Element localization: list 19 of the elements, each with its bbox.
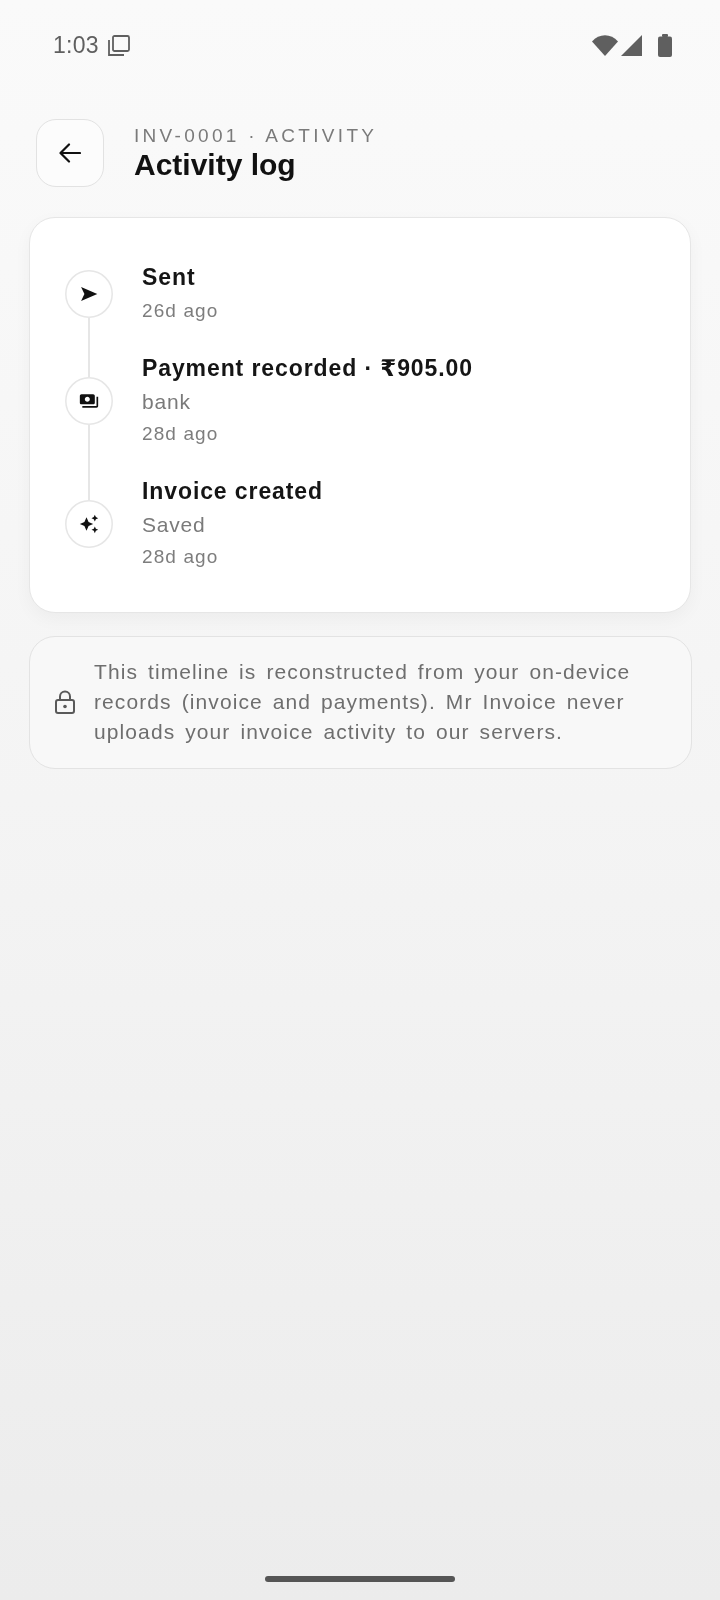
event-title: Invoice created: [142, 477, 323, 506]
event-note: bank: [142, 389, 192, 415]
event-title: Sent: [142, 263, 197, 292]
lock-icon: [55, 690, 75, 714]
back-arrow-icon: [59, 143, 81, 163]
event-time: 28d ago: [142, 422, 220, 446]
event-time: 28d ago: [142, 545, 220, 569]
battery-icon: [658, 33, 672, 57]
invoice-subtitle: INV-0001 · ACTIVITY: [134, 124, 378, 148]
event-time: 26d ago: [142, 299, 219, 323]
event-note: Saved: [142, 512, 207, 538]
status-time: 1:03: [53, 31, 99, 59]
wifi-icon: [592, 34, 618, 56]
back-button[interactable]: [36, 119, 104, 187]
page-title: Activity log: [134, 148, 297, 182]
signal-icon: [621, 34, 642, 56]
privacy-note-text: This timeline is reconstructed from your on-device records (invoice and payments). Mr Invoice never uploads your invoice activity to our servers.: [94, 659, 632, 745]
event-title: Payment recorded · ₹905.00: [142, 354, 473, 383]
copy-icon: [107, 34, 130, 56]
